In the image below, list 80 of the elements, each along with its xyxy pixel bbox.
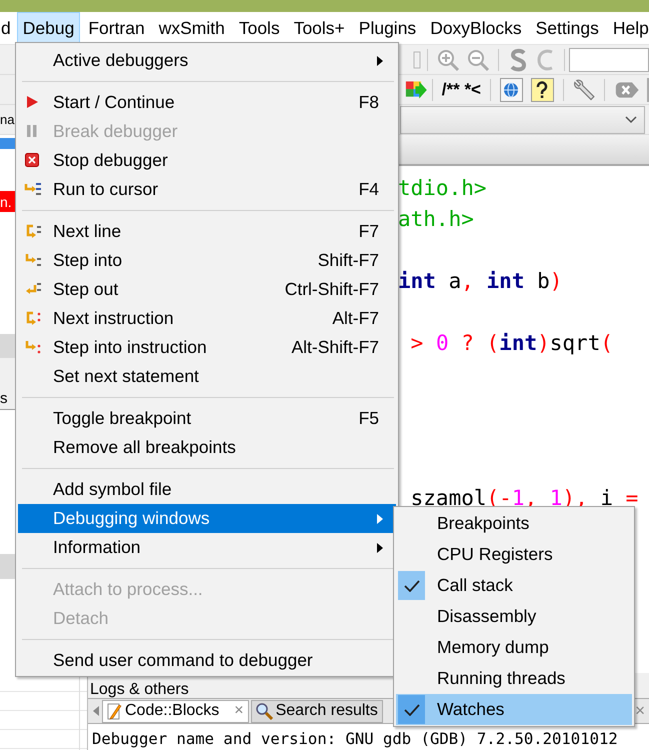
menu-item[interactable]: Memory dump [396,632,632,663]
panel-header [0,554,15,578]
menu-item[interactable]: Stop debugger [18,146,396,175]
menu-item[interactable]: Step into instruction Alt-Shift-F7 [18,333,396,362]
menu-item[interactable]: Disassembly [396,601,632,632]
shortcut-label: Ctrl-Shift-F7 [284,279,379,300]
menu-item[interactable]: Toggle breakpoint F5 [18,404,396,433]
shortcut-label: F4 [358,179,379,200]
toolbar-icon [412,50,422,70]
log-tab[interactable]: Search results [250,700,383,722]
menu-item[interactable]: Debugging windows [18,504,396,533]
zoom-out-icon[interactable] [466,48,490,72]
menu-item[interactable]: Settings [530,12,605,44]
code-line: int a, int b) [398,268,564,295]
code-line: ath.h> [398,206,475,233]
menu-item[interactable]: Step out Ctrl-Shift-F7 [18,275,396,304]
menu-item[interactable]: Send user command to debugger [18,646,396,675]
shortcut-label: F7 [358,221,379,242]
log-tab[interactable]: Code::Blocks × [102,700,249,722]
help-button[interactable] [530,78,554,102]
menu-item[interactable]: Next line F7 [18,217,396,246]
menu-item[interactable]: Remove all breakpoints [18,433,396,462]
menu-item[interactable]: Plugins [352,12,422,44]
stop-icon [24,152,42,168]
clear-icon[interactable] [613,80,640,100]
menu-item[interactable]: Tools+ [288,12,351,44]
shortcut-label: F5 [358,408,379,429]
globe-icon [503,82,520,98]
shortcut-label: Shift-F7 [318,250,379,271]
menu-item[interactable]: Watches [396,694,632,725]
menu-item[interactable]: CPU Registers [396,539,632,570]
text-field[interactable] [569,48,649,72]
menu-item[interactable]: Call stack [396,570,632,601]
panel-title: Logs & others [89,680,189,698]
code-line: tdio.h> [398,175,488,202]
step-arrow-icon [24,310,42,326]
menu-item[interactable]: Running threads [396,663,632,694]
panel-tab[interactable]: na [0,112,15,127]
menu-item[interactable]: Fortran [82,12,151,44]
menu-item[interactable]: wxSmith [152,12,231,44]
menu-item[interactable]: d [0,12,16,44]
menu-item[interactable]: Next instruction Alt-F7 [18,304,396,333]
dropdown-field[interactable] [400,106,645,134]
step-arrow-icon [24,252,42,268]
step-arrow-icon [24,339,42,355]
menu-item[interactable]: Help [606,12,649,44]
file-label: n. [0,190,15,212]
menu-item[interactable]: Step into Shift-F7 [18,246,396,275]
chevron-down-icon [624,114,638,124]
panel-header [0,334,15,358]
menu-item[interactable]: Debug [16,12,80,44]
list-background [0,135,15,138]
check-icon [398,695,425,724]
search-icon [254,702,273,720]
selection-bar [0,138,15,150]
pencil-page-icon [106,702,122,720]
check-icon [398,571,425,600]
step-arrow-icon [24,223,42,239]
comment-button[interactable]: /** *< [438,78,485,102]
step-arrow-icon [24,281,42,297]
shortcut-label: Alt-Shift-F7 [291,337,379,358]
run-to-cursor-icon [24,181,42,197]
log-output: Debugger name and version: GNU gdb (GDB) 7.2.50.20101012 [88,724,649,750]
wrench-icon[interactable] [572,76,596,102]
menu-item[interactable]: Add symbol file [18,475,396,504]
shortcut-label: Alt-F7 [332,308,379,329]
menu-item[interactable]: Tools [232,12,286,44]
scroll-left-icon[interactable] [92,705,100,717]
shortcut-label: F8 [358,92,379,113]
menu-item[interactable]: Information [18,533,396,562]
menu-item[interactable]: DoxyBlocks [424,12,528,44]
globe-button[interactable] [500,78,523,102]
menu-item[interactable]: Active debuggers [18,46,396,75]
zoom-in-icon[interactable] [436,48,460,72]
menu-item[interactable]: Breakpoints [396,508,632,539]
menu-item[interactable]: Run to cursor F4 [18,175,396,204]
close-icon[interactable]: × [234,702,244,720]
menu-item[interactable]: Start / Continue F8 [18,88,396,117]
menu-item[interactable]: Set next statement [18,362,396,391]
code-line: > 0 ? (int)sqrt( [410,330,614,357]
